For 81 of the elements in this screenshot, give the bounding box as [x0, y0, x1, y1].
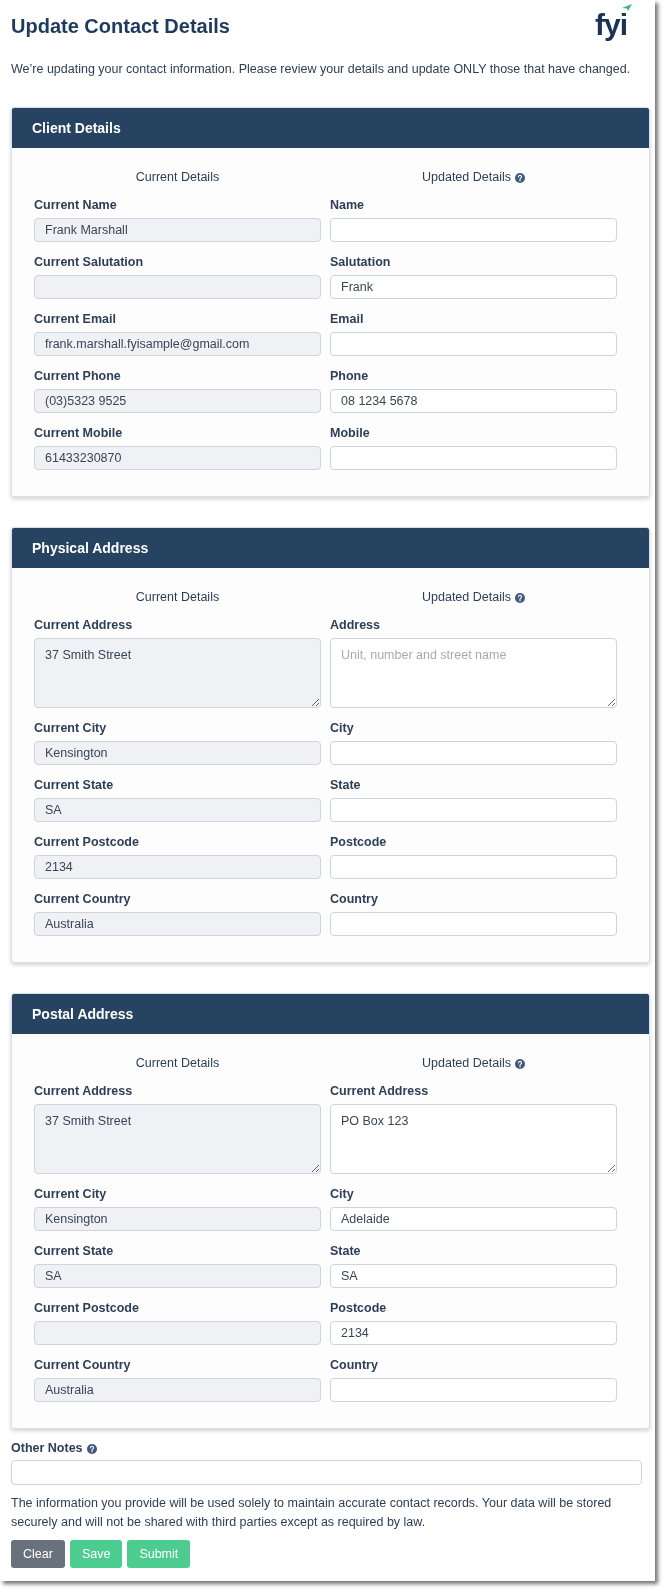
- readonly-text-area[interactable]: 37 Smith Street: [34, 638, 321, 708]
- input-field[interactable]: [330, 855, 617, 879]
- field-label: Current Name: [34, 197, 118, 214]
- section-header: Postal Address: [12, 994, 649, 1034]
- field-label: Current Country: [34, 891, 132, 908]
- readonly-field[interactable]: [34, 275, 321, 299]
- readonly-text-area[interactable]: 37 Smith Street: [34, 1104, 321, 1174]
- field-label: Current City: [34, 720, 108, 737]
- column-heading: Updated Details: [422, 1056, 511, 1071]
- field-label: Current State: [34, 1243, 115, 1260]
- readonly-field[interactable]: Australia: [34, 912, 321, 936]
- field-label: Current Country: [34, 1357, 132, 1374]
- field-label: State: [330, 1243, 362, 1260]
- column-heading: Current Details: [135, 170, 220, 185]
- readonly-field[interactable]: Kensington: [34, 1207, 321, 1231]
- field-label: Current Address: [34, 617, 134, 634]
- field-label: Current Postcode: [34, 834, 140, 851]
- column-heading: Current Details: [135, 1056, 220, 1071]
- field-label: Current State: [34, 777, 115, 794]
- field-label: Name: [330, 197, 366, 214]
- field-label: State: [330, 777, 362, 794]
- readonly-field[interactable]: Kensington: [34, 741, 321, 765]
- field-label: Current City: [34, 1186, 108, 1203]
- field-label: Other Notes: [11, 1440, 83, 1457]
- input-field[interactable]: 08 1234 5678: [330, 389, 617, 413]
- help-icon[interactable]: [86, 1443, 97, 1454]
- input-field[interactable]: [330, 218, 617, 242]
- field-label: Country: [330, 1357, 379, 1374]
- intro-text: We’re updating your contact information. Please review your details and update ONLY those that have changed.: [11, 61, 632, 77]
- field-label: City: [330, 1186, 355, 1203]
- input-field[interactable]: Adelaide: [330, 1207, 617, 1231]
- section-header: Physical Address: [12, 528, 649, 568]
- field-label: Current Salutation: [34, 254, 145, 271]
- column-heading: Updated Details: [422, 590, 511, 605]
- input-field[interactable]: 2134: [330, 1321, 617, 1345]
- input-field[interactable]: [330, 446, 617, 470]
- field-label: Postcode: [330, 1300, 388, 1317]
- logo-text: fyi: [595, 7, 628, 42]
- readonly-field[interactable]: (03)5323 9525: [34, 389, 321, 413]
- input-field[interactable]: SA: [330, 1264, 617, 1288]
- section-header: Client Details: [12, 108, 649, 148]
- field-label: Salutation: [330, 254, 392, 271]
- field-label: Country: [330, 891, 379, 908]
- field-label: Postcode: [330, 834, 388, 851]
- input-field[interactable]: Frank: [330, 275, 617, 299]
- field-label: Current Address: [34, 1083, 134, 1100]
- readonly-field[interactable]: SA: [34, 1264, 321, 1288]
- readonly-field[interactable]: SA: [34, 798, 321, 822]
- text-area[interactable]: Unit, number and street name: [330, 638, 617, 708]
- field-label: Phone: [330, 368, 370, 385]
- field-label: Current Email: [34, 311, 117, 328]
- readonly-field[interactable]: Australia: [34, 1378, 321, 1402]
- readonly-field[interactable]: [34, 1321, 321, 1345]
- field-label: Mobile: [330, 425, 371, 442]
- field-label: Address: [330, 617, 382, 634]
- input-field[interactable]: [330, 332, 617, 356]
- readonly-field[interactable]: 61433230870: [34, 446, 321, 470]
- field-label: Current Postcode: [34, 1300, 140, 1317]
- column-heading: Current Details: [135, 590, 220, 605]
- input-field[interactable]: [330, 1378, 617, 1402]
- input-field[interactable]: [330, 798, 617, 822]
- help-icon[interactable]: [514, 592, 525, 603]
- column-heading: Updated Details: [422, 170, 511, 185]
- field-label: Current Address: [330, 1083, 430, 1100]
- help-icon[interactable]: [514, 172, 525, 183]
- readonly-field[interactable]: Frank Marshall: [34, 218, 321, 242]
- field-label: Email: [330, 311, 365, 328]
- input-field[interactable]: [11, 1460, 642, 1485]
- readonly-field[interactable]: 2134: [34, 855, 321, 879]
- help-icon[interactable]: [514, 1058, 525, 1069]
- input-field[interactable]: [330, 912, 617, 936]
- paper-plane-icon: [622, 4, 632, 11]
- input-field[interactable]: [330, 741, 617, 765]
- field-label: Current Mobile: [34, 425, 124, 442]
- readonly-field[interactable]: frank.marshall.fyisample@gmail.com: [34, 332, 321, 356]
- field-label: Current Phone: [34, 368, 122, 385]
- privacy-notice: The information you provide will be used solely to maintain accurate contact records. Your data will be stored securely and will not be shared with third parties except as required by law.: [11, 1495, 613, 1531]
- text-area[interactable]: PO Box 123: [330, 1104, 617, 1174]
- field-label: City: [330, 720, 355, 737]
- page-title: Update Contact Details: [11, 14, 230, 38]
- action-button[interactable]: Clear: [11, 1540, 65, 1568]
